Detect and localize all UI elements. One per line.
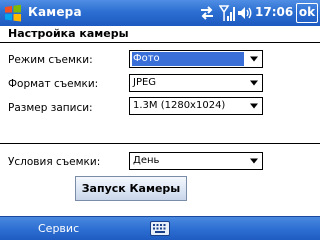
ok-button[interactable]: ok [296,3,318,23]
conditions-select-value: День [133,155,160,166]
mode-select[interactable]: Фото [129,50,263,68]
size-label: Размер записи: [8,102,93,114]
format-select[interactable]: JPEG [129,74,263,92]
format-label: Формат съемки: [8,78,99,90]
volume-icon[interactable] [237,4,253,22]
launch-camera-button[interactable]: Запуск Камеры [75,176,187,201]
title-bar: Камера 17:06 ok [0,0,320,26]
chevron-down-icon[interactable] [249,157,259,165]
app-title: Камера [28,5,82,19]
signal-strength-icon[interactable] [219,4,235,22]
size-select-value: 1.3M (1280x1024) [133,100,226,111]
heading-divider [0,42,320,43]
windows-start-icon[interactable] [3,3,23,23]
chevron-down-icon[interactable] [249,79,259,87]
size-select[interactable]: 1.3M (1280x1024) [129,97,263,115]
menu-service[interactable]: Сервис [38,221,79,236]
section-divider [0,143,320,144]
mode-label: Режим съемки: [8,54,93,66]
menu-bar: Сервис [0,216,320,240]
chevron-down-icon[interactable] [249,55,259,63]
chevron-down-icon[interactable] [249,102,259,110]
page-heading: Настройка камеры [8,27,129,40]
conditions-select[interactable]: День [129,152,263,170]
mode-select-value: Фото [132,52,244,66]
clock[interactable]: 17:06 [255,5,293,20]
sync-arrows-icon[interactable] [198,4,216,22]
keyboard-icon[interactable] [150,221,170,236]
format-select-value: JPEG [133,77,157,88]
conditions-label: Условия съемки: [8,156,101,168]
